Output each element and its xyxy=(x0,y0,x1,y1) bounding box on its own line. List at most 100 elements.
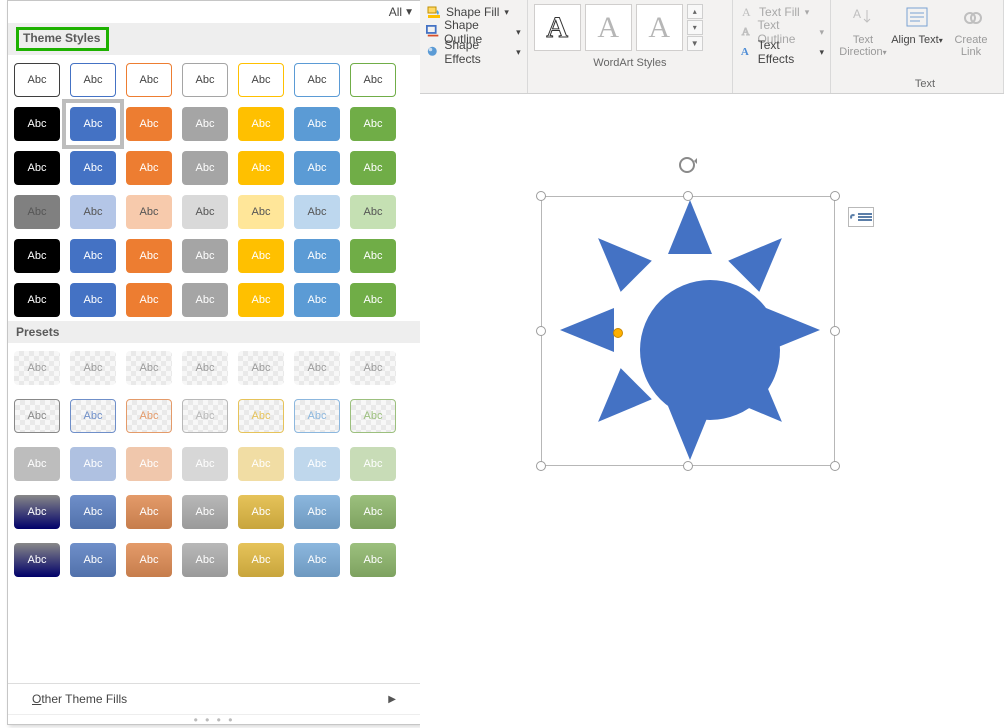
preset-style-swatch[interactable]: Abc xyxy=(70,399,116,433)
theme-style-swatch[interactable]: Abc xyxy=(14,195,60,229)
preset-style-swatch[interactable]: Abc xyxy=(294,543,340,577)
selection-handle-e[interactable] xyxy=(830,326,840,336)
theme-style-swatch[interactable]: Abc xyxy=(70,195,116,229)
selection-handle-w[interactable] xyxy=(536,326,546,336)
theme-style-swatch[interactable]: Abc xyxy=(350,63,396,97)
preset-style-swatch[interactable]: Abc xyxy=(70,495,116,529)
theme-style-swatch[interactable]: Abc xyxy=(70,151,116,185)
wordart-style-1[interactable]: A xyxy=(534,4,581,51)
preset-style-swatch[interactable]: Abc xyxy=(14,543,60,577)
theme-style-swatch[interactable]: Abc xyxy=(70,107,116,141)
shape-effects-button[interactable]: Shape Effects▾ xyxy=(426,42,521,62)
wordart-style-2[interactable]: A xyxy=(585,4,632,51)
theme-style-swatch[interactable]: Abc xyxy=(14,63,60,97)
theme-style-swatch[interactable]: Abc xyxy=(70,283,116,317)
theme-style-swatch[interactable]: Abc xyxy=(294,195,340,229)
preset-style-swatch[interactable]: Abc xyxy=(294,447,340,481)
preset-style-swatch[interactable]: Abc xyxy=(14,495,60,529)
preset-style-swatch[interactable]: Abc xyxy=(238,495,284,529)
wordart-prev[interactable]: ▴ xyxy=(687,4,703,19)
selection-handle-nw[interactable] xyxy=(536,191,546,201)
wordart-next[interactable]: ▾ xyxy=(687,20,703,35)
theme-style-swatch[interactable]: Abc xyxy=(294,239,340,273)
theme-style-swatch[interactable]: Abc xyxy=(126,239,172,273)
theme-style-swatch[interactable]: Abc xyxy=(350,195,396,229)
preset-style-swatch[interactable]: Abc xyxy=(294,351,340,385)
theme-style-swatch[interactable]: Abc xyxy=(14,239,60,273)
theme-style-swatch[interactable]: Abc xyxy=(350,239,396,273)
preset-style-swatch[interactable]: Abc xyxy=(14,351,60,385)
theme-style-swatch[interactable]: Abc xyxy=(350,151,396,185)
rotate-handle[interactable] xyxy=(676,154,698,176)
other-theme-fills[interactable]: Other Theme Fills ▶ xyxy=(8,683,420,714)
theme-style-swatch[interactable]: Abc xyxy=(294,63,340,97)
preset-style-swatch[interactable]: Abc xyxy=(126,495,172,529)
preset-style-swatch[interactable]: Abc xyxy=(70,351,116,385)
theme-style-swatch[interactable]: Abc xyxy=(350,283,396,317)
theme-style-swatch[interactable]: Abc xyxy=(182,63,228,97)
theme-style-swatch[interactable]: Abc xyxy=(294,151,340,185)
selection-handle-ne[interactable] xyxy=(830,191,840,201)
resize-grip[interactable]: • • • • xyxy=(8,714,420,724)
preset-style-swatch[interactable]: Abc xyxy=(238,399,284,433)
preset-style-swatch[interactable]: Abc xyxy=(182,543,228,577)
theme-style-swatch[interactable]: Abc xyxy=(238,63,284,97)
theme-style-swatch[interactable]: Abc xyxy=(294,283,340,317)
preset-style-swatch[interactable]: Abc xyxy=(126,447,172,481)
preset-style-swatch[interactable]: Abc xyxy=(350,447,396,481)
theme-style-swatch[interactable]: Abc xyxy=(294,107,340,141)
theme-style-swatch[interactable]: Abc xyxy=(126,151,172,185)
preset-style-swatch[interactable]: Abc xyxy=(126,543,172,577)
theme-style-swatch[interactable]: Abc xyxy=(182,151,228,185)
text-effects-button[interactable]: A Text Effects▾ xyxy=(739,42,824,62)
preset-style-swatch[interactable]: Abc xyxy=(350,543,396,577)
theme-style-swatch[interactable]: Abc xyxy=(350,107,396,141)
preset-style-swatch[interactable]: Abc xyxy=(238,351,284,385)
preset-style-swatch[interactable]: Abc xyxy=(14,399,60,433)
preset-style-swatch[interactable]: Abc xyxy=(238,543,284,577)
preset-style-swatch[interactable]: Abc xyxy=(182,495,228,529)
theme-style-swatch[interactable]: Abc xyxy=(14,283,60,317)
theme-style-swatch[interactable]: Abc xyxy=(126,63,172,97)
wordart-style-3[interactable]: A xyxy=(636,4,683,51)
preset-style-swatch[interactable]: Abc xyxy=(14,447,60,481)
shape-adjust-handle[interactable] xyxy=(613,328,623,338)
preset-style-swatch[interactable]: Abc xyxy=(294,399,340,433)
preset-style-swatch[interactable]: Abc xyxy=(126,399,172,433)
theme-style-swatch[interactable]: Abc xyxy=(238,151,284,185)
filter-all[interactable]: All ▼ xyxy=(8,1,420,23)
theme-style-swatch[interactable]: Abc xyxy=(182,283,228,317)
preset-style-swatch[interactable]: Abc xyxy=(182,399,228,433)
sun-shape[interactable] xyxy=(560,200,820,460)
theme-style-swatch[interactable]: Abc xyxy=(182,107,228,141)
theme-style-swatch[interactable]: Abc xyxy=(70,239,116,273)
theme-style-swatch[interactable]: Abc xyxy=(126,283,172,317)
theme-style-swatch[interactable]: Abc xyxy=(238,107,284,141)
selection-handle-se[interactable] xyxy=(830,461,840,471)
theme-style-swatch[interactable]: Abc xyxy=(14,151,60,185)
preset-style-swatch[interactable]: Abc xyxy=(70,543,116,577)
preset-style-swatch[interactable]: Abc xyxy=(182,447,228,481)
layout-options-button[interactable] xyxy=(848,207,874,227)
preset-style-swatch[interactable]: Abc xyxy=(238,447,284,481)
wordart-more[interactable]: ▼ xyxy=(687,36,703,51)
preset-style-swatch[interactable]: Abc xyxy=(126,351,172,385)
theme-style-swatch[interactable]: Abc xyxy=(126,195,172,229)
theme-style-swatch[interactable]: Abc xyxy=(70,63,116,97)
preset-style-swatch[interactable]: Abc xyxy=(350,351,396,385)
preset-style-swatch[interactable]: Abc xyxy=(294,495,340,529)
preset-style-swatch[interactable]: Abc xyxy=(350,399,396,433)
theme-style-swatch[interactable]: Abc xyxy=(238,283,284,317)
theme-style-swatch[interactable]: Abc xyxy=(238,239,284,273)
theme-style-swatch[interactable]: Abc xyxy=(182,195,228,229)
preset-style-swatch[interactable]: Abc xyxy=(70,447,116,481)
preset-style-swatch[interactable]: Abc xyxy=(182,351,228,385)
theme-style-swatch[interactable]: Abc xyxy=(14,107,60,141)
theme-style-swatch[interactable]: Abc xyxy=(126,107,172,141)
selection-handle-sw[interactable] xyxy=(536,461,546,471)
chevron-down-icon: ▾ xyxy=(504,7,509,18)
selection-handle-s[interactable] xyxy=(683,461,693,471)
theme-style-swatch[interactable]: Abc xyxy=(182,239,228,273)
preset-style-swatch[interactable]: Abc xyxy=(350,495,396,529)
theme-style-swatch[interactable]: Abc xyxy=(238,195,284,229)
